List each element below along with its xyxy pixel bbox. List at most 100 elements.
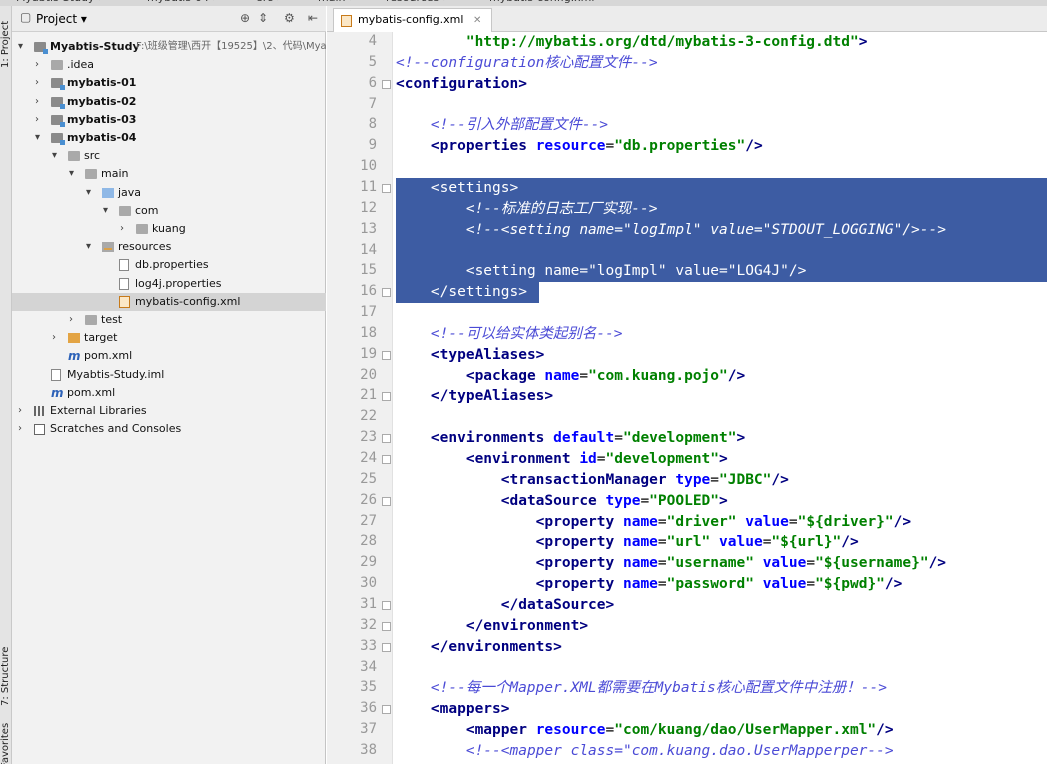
breadcrumb-item[interactable]: main › [318, 0, 353, 4]
code-editor[interactable]: "http://mybatis.org/dtd/mybatis-3-config… [394, 32, 1047, 764]
libraries-icon [34, 406, 46, 416]
project-view-selector[interactable]: Project ▾ [36, 12, 87, 26]
code-token: <dataSource [396, 492, 606, 509]
code-line: <property name="username" value="${usern… [396, 553, 946, 574]
code-token: "development" [605, 451, 720, 467]
chevron-down-icon[interactable]: ▾ [35, 129, 45, 147]
close-icon[interactable]: ✕ [473, 15, 481, 26]
fold-marker-icon[interactable] [382, 392, 391, 402]
chevron-down-icon[interactable]: ▾ [69, 165, 79, 183]
code-token: = [596, 451, 606, 467]
tree-item[interactable]: › mybatis-02 [12, 93, 326, 111]
chevron-right-icon[interactable]: › [120, 220, 130, 238]
tree-item[interactable]: ▾ Myabtis-Study F:\班级管理\西开【19525】\2、代码\Mya [12, 38, 327, 56]
properties-file-icon [119, 277, 129, 290]
tree-item[interactable]: m pom.xml [12, 347, 326, 365]
fold-marker-icon[interactable] [382, 79, 391, 89]
code-token: resource [535, 138, 606, 155]
code-line: <mappers> [396, 699, 510, 720]
code-line: <typeAliases> [396, 345, 545, 366]
tree-item[interactable]: › test [12, 311, 326, 329]
collapse-icon[interactable]: ⇕ [258, 11, 268, 25]
locate-icon[interactable]: ⊕ [240, 11, 250, 25]
folder-icon [68, 151, 80, 162]
tree-item[interactable]: › mybatis-03 [12, 111, 326, 129]
breadcrumb-item[interactable]: mybatis-04 › [147, 0, 217, 4]
fold-marker-icon[interactable] [382, 705, 391, 715]
breadcrumb-item[interactable]: resources › [386, 0, 447, 4]
fold-marker-icon[interactable] [382, 183, 391, 193]
tree-item-label: mybatis-01 [67, 76, 137, 90]
gear-icon[interactable]: ⚙ [284, 11, 295, 25]
tree-item[interactable]: ▾ java [12, 184, 326, 202]
chevron-down-icon[interactable]: ▾ [18, 38, 28, 56]
tree-item[interactable]: mybatis-config.xml [12, 292, 326, 311]
chevron-down-icon[interactable]: ▾ [103, 202, 113, 220]
tree-item[interactable]: ▾ resources [12, 238, 326, 256]
chevron-right-icon[interactable]: › [35, 74, 45, 92]
favorites-tool-tab[interactable]: Favorites [0, 723, 11, 764]
chevron-down-icon[interactable]: ▾ [52, 147, 62, 165]
code-token: <!--每一个Mapper.XML都需要在Mybatis核心配置文件中注册！--… [396, 680, 887, 697]
code-token: type [605, 492, 641, 509]
code-token: /> [788, 263, 807, 280]
tree-item[interactable]: ▾ com [12, 202, 326, 220]
chevron-right-icon[interactable]: › [35, 56, 45, 74]
maven-file-icon: m [51, 385, 64, 400]
tree-item[interactable]: › Scratches and Consoles [12, 420, 326, 438]
code-token: = [806, 555, 816, 572]
code-token: = [657, 555, 667, 572]
fold-marker-icon[interactable] [382, 621, 391, 631]
tree-item[interactable]: ▾ src [12, 147, 326, 165]
breadcrumb-item[interactable]: src › [257, 0, 281, 4]
chevron-right-icon[interactable]: › [69, 311, 79, 329]
code-token: <settings> [396, 179, 519, 196]
fold-marker-icon[interactable] [382, 600, 391, 610]
fold-marker-icon[interactable] [382, 642, 391, 652]
tree-item[interactable]: › mybatis-01 [12, 74, 326, 92]
fold-marker-icon[interactable] [382, 288, 391, 298]
chevron-down-icon[interactable]: ▾ [86, 184, 96, 202]
tree-item[interactable]: › .idea [12, 56, 326, 74]
hide-panel-icon[interactable]: ⇤ [308, 11, 318, 25]
chevron-down-icon[interactable]: ▾ [86, 238, 96, 256]
chevron-right-icon[interactable]: › [52, 329, 62, 347]
chevron-right-icon[interactable]: › [18, 420, 28, 438]
chevron-right-icon[interactable]: › [35, 111, 45, 129]
code-token: <!--引入外部配置文件--> [396, 117, 609, 134]
project-tool-tab[interactable]: 1: Project [0, 21, 11, 68]
fold-marker-icon[interactable] [382, 455, 391, 464]
tree-item[interactable]: ▾ mybatis-04 [12, 129, 326, 147]
tree-item-label: resources [118, 240, 172, 254]
editor-tab-mybatis-config[interactable]: mybatis-config.xml ✕ [333, 8, 493, 32]
code-token: > [858, 34, 868, 50]
fold-marker-icon[interactable] [382, 350, 391, 360]
tree-item-label: src [84, 149, 101, 163]
structure-tool-tab[interactable]: 7: Structure [0, 647, 11, 706]
tree-item[interactable]: db.properties [12, 256, 326, 274]
tree-item[interactable]: log4j.properties [12, 275, 326, 293]
tree-item[interactable]: ▾ main [12, 165, 326, 183]
folder-icon [85, 169, 97, 180]
tree-item[interactable]: › kuang [12, 220, 326, 238]
resources-folder-icon [102, 242, 114, 253]
fold-marker-icon[interactable] [382, 496, 391, 506]
code-token: > [736, 430, 746, 447]
tree-item[interactable]: › target [12, 329, 326, 347]
breadcrumb-item[interactable]: Myabtis-Study › [16, 0, 102, 4]
code-line: <!--引入外部配置文件--> [396, 115, 608, 136]
chevron-right-icon[interactable]: › [35, 93, 45, 111]
tree-item[interactable]: › External Libraries [12, 402, 326, 420]
project-view-icon: ▢ [20, 10, 32, 24]
line-number: 31 [360, 595, 377, 612]
code-line: <!--configuration核心配置文件--> [396, 53, 658, 74]
code-token: <!--<mapper class="com.kuang.dao.UserMap… [396, 742, 894, 759]
tree-item[interactable]: Myabtis-Study.iml [12, 366, 326, 384]
properties-file-icon [119, 259, 129, 272]
chevron-right-icon[interactable]: › [18, 402, 28, 420]
tree-item[interactable]: m pom.xml [12, 384, 326, 402]
line-number: 17 [360, 304, 377, 321]
fold-marker-icon[interactable] [382, 434, 391, 444]
tree-item-path: F:\班级管理\西开【19525】\2、代码\Mya [136, 41, 327, 52]
breadcrumb-item[interactable]: mybatis-config.xml [489, 0, 594, 4]
